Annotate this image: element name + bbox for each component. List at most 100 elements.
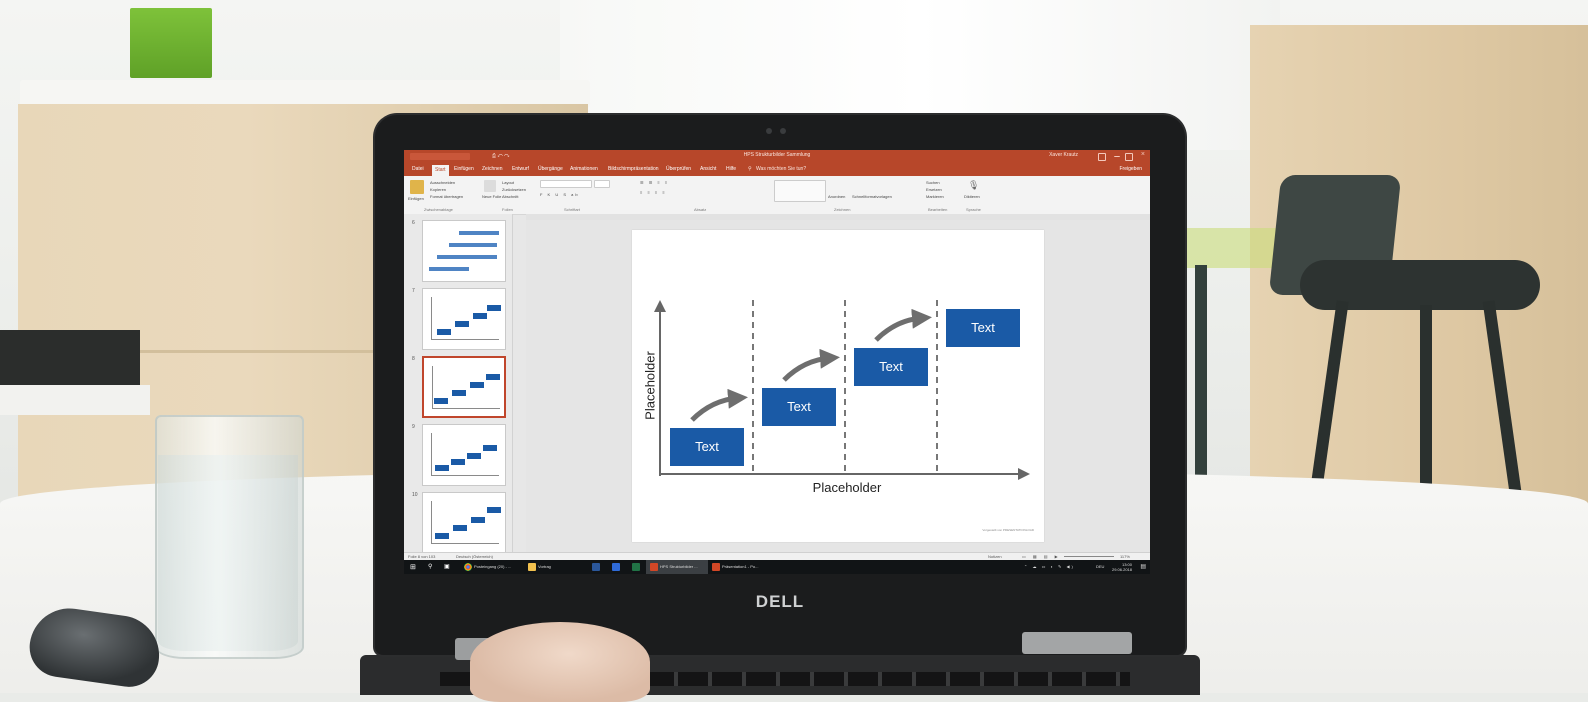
find-button[interactable]: Suchen — [926, 180, 940, 185]
paste-button[interactable]: Einfügen — [408, 196, 424, 201]
maximize-icon[interactable] — [1125, 153, 1133, 161]
slide-thumbnail-6[interactable] — [422, 220, 506, 282]
lightbulb-icon: ⚲ — [748, 166, 752, 172]
group-editing: Bearbeiten — [928, 207, 948, 212]
section-button[interactable]: Abschnitt — [502, 194, 518, 199]
select-button[interactable]: Markieren — [926, 194, 944, 199]
view-buttons-icon[interactable]: ▭ ▦ ▤ ▶ — [1022, 554, 1061, 559]
microphone-icon[interactable]: 🎙 — [968, 180, 979, 191]
tab-einfuegen[interactable]: Einfügen — [454, 166, 474, 172]
format-painter-button[interactable]: Format übertragen — [430, 194, 463, 199]
taskbar-item-praesentation[interactable]: Präsentation1 - Po... — [722, 564, 758, 569]
quick-styles-button[interactable]: Schnellformatvorlagen — [852, 194, 892, 199]
tab-hilfe[interactable]: Hilfe — [726, 166, 736, 172]
group-clipboard: Zwischenablage — [424, 207, 453, 212]
arrange-button[interactable]: Anordnen — [828, 194, 845, 199]
taskbar-item-mail[interactable]: Posteingang (20) - ... — [474, 564, 511, 569]
tray-icons[interactable]: ⌃ ☁ ▭ ◖ ✎ ◀) — [1024, 564, 1075, 569]
taskbar-item-vortrag[interactable]: Vortrag — [538, 564, 551, 569]
group-voice: Sprache — [966, 207, 981, 212]
slide-thumbnail-9[interactable] — [422, 424, 506, 486]
slide-number: 6 — [412, 220, 415, 226]
growth-arrow-icon — [690, 388, 748, 422]
tab-uebergaenge[interactable]: Übergänge — [538, 166, 563, 172]
tab-datei[interactable]: Datei — [412, 166, 424, 172]
minimize-icon[interactable] — [1114, 153, 1120, 157]
copy-button[interactable]: Kopieren — [430, 187, 446, 192]
powerpoint-icon[interactable] — [712, 563, 720, 571]
tab-animationen[interactable]: Animationen — [570, 166, 598, 172]
new-slide-button[interactable]: Neue Folie — [482, 194, 501, 199]
slide-number: 9 — [412, 424, 415, 430]
slide-number: 8 — [412, 356, 415, 362]
x-axis-label: Placeholder — [812, 480, 882, 495]
windows-start-icon[interactable]: ⊞ — [410, 563, 416, 571]
laptop-screen: ⎙ ↶ ↷ HPS Strukturbilder Sammlung Xaver … — [404, 150, 1150, 574]
notifications-icon[interactable]: ▤ — [1140, 563, 1146, 570]
slide-counter: Folie 8 von 103 — [408, 554, 436, 559]
tab-bildschirmpraesentation[interactable]: Bildschirmpräsentation — [608, 166, 659, 172]
notes-button[interactable]: Notizen — [988, 554, 1002, 559]
replace-button[interactable]: Ersetzen — [926, 187, 942, 192]
slide-number: 7 — [412, 288, 415, 294]
language-tray[interactable]: DEU — [1096, 564, 1104, 569]
cut-button[interactable]: Ausschneiden — [430, 180, 455, 185]
tab-ueberpruefen[interactable]: Überprüfen — [666, 166, 691, 172]
tell-me-box[interactable]: Was möchten Sie tun? — [756, 166, 806, 172]
text-box-3-label: Text — [879, 359, 903, 374]
chrome-icon[interactable] — [464, 563, 472, 571]
y-axis-label: Placeholder — [642, 351, 658, 420]
paragraph-icons[interactable]: ☰ ☰ ≡ ≡ — [640, 180, 669, 185]
paste-icon[interactable] — [410, 180, 424, 194]
ribbon-display-icon[interactable] — [1098, 153, 1106, 161]
laptop-brand-logo: DELL — [755, 592, 805, 611]
clock-date: 29.06.2018 — [1111, 567, 1132, 572]
zoom-level[interactable]: 117% — [1120, 554, 1130, 559]
folder-icon[interactable] — [528, 563, 536, 571]
ribbon-tabs: Datei Start Einfügen Zeichnen Entwurf Üb… — [404, 164, 1150, 176]
current-slide[interactable]: Placeholder Placeholder Text Text Text T… — [632, 230, 1044, 542]
hand — [470, 622, 650, 702]
slide-number: 10 — [412, 492, 418, 498]
outlook-icon[interactable] — [612, 563, 620, 571]
language-indicator[interactable]: Deutsch (Österreich) — [456, 554, 493, 559]
dark-object — [0, 330, 140, 390]
clock[interactable]: 13:00 29.06.2018 — [1112, 562, 1132, 572]
powerpoint-icon[interactable] — [650, 563, 658, 571]
water — [158, 455, 298, 651]
font-format-icons[interactable]: F K U S ab — [540, 192, 580, 197]
slide-thumbnail-8-selected[interactable] — [422, 356, 506, 418]
slide-thumbnail-10[interactable] — [422, 492, 506, 554]
user-name[interactable]: Xaver Krautz — [1049, 152, 1078, 158]
green-plant-pot — [130, 8, 212, 78]
font-size-box[interactable] — [594, 180, 610, 188]
font-family-box[interactable] — [540, 180, 592, 188]
dictate-button[interactable]: Diktieren — [964, 194, 980, 199]
tab-start[interactable]: Start — [432, 165, 449, 176]
zoom-slider[interactable] — [1064, 556, 1114, 557]
layout-button[interactable]: Layout — [502, 180, 514, 185]
task-view-icon[interactable]: ▣ — [444, 563, 450, 570]
hinge-right — [1022, 632, 1132, 654]
close-icon[interactable]: × — [1141, 151, 1145, 158]
word-icon[interactable] — [592, 563, 600, 571]
tab-ansicht[interactable]: Ansicht — [700, 166, 716, 172]
group-font: Schriftart — [564, 207, 581, 212]
reset-button[interactable]: Zurücksetzen — [502, 187, 526, 192]
group-paragraph: Absatz — [694, 207, 707, 212]
shapes-gallery[interactable] — [774, 180, 826, 202]
new-slide-icon[interactable] — [484, 180, 496, 192]
excel-icon[interactable] — [632, 563, 640, 571]
ribbon: Einfügen Ausschneiden Kopieren Format üb… — [404, 176, 1150, 215]
chair-leg — [1195, 265, 1207, 495]
slide-thumbnail-7[interactable] — [422, 288, 506, 350]
taskbar-item-hps[interactable]: HPS Strukturbilder ... — [660, 564, 698, 569]
window-title: HPS Strukturbilder Sammlung — [743, 152, 811, 158]
search-icon[interactable]: ⚲ — [428, 563, 432, 570]
tab-entwurf[interactable]: Entwurf — [512, 166, 529, 172]
slide-thumbnails-pane[interactable]: 6 7 8 9 10 — [404, 214, 513, 554]
alignment-icons[interactable]: ≡ ≡ ≡ ≡ — [640, 190, 667, 195]
group-drawing: Zeichnen — [834, 207, 851, 212]
tab-zeichnen[interactable]: Zeichnen — [482, 166, 503, 172]
share-button[interactable]: Freigeben — [1119, 166, 1142, 172]
